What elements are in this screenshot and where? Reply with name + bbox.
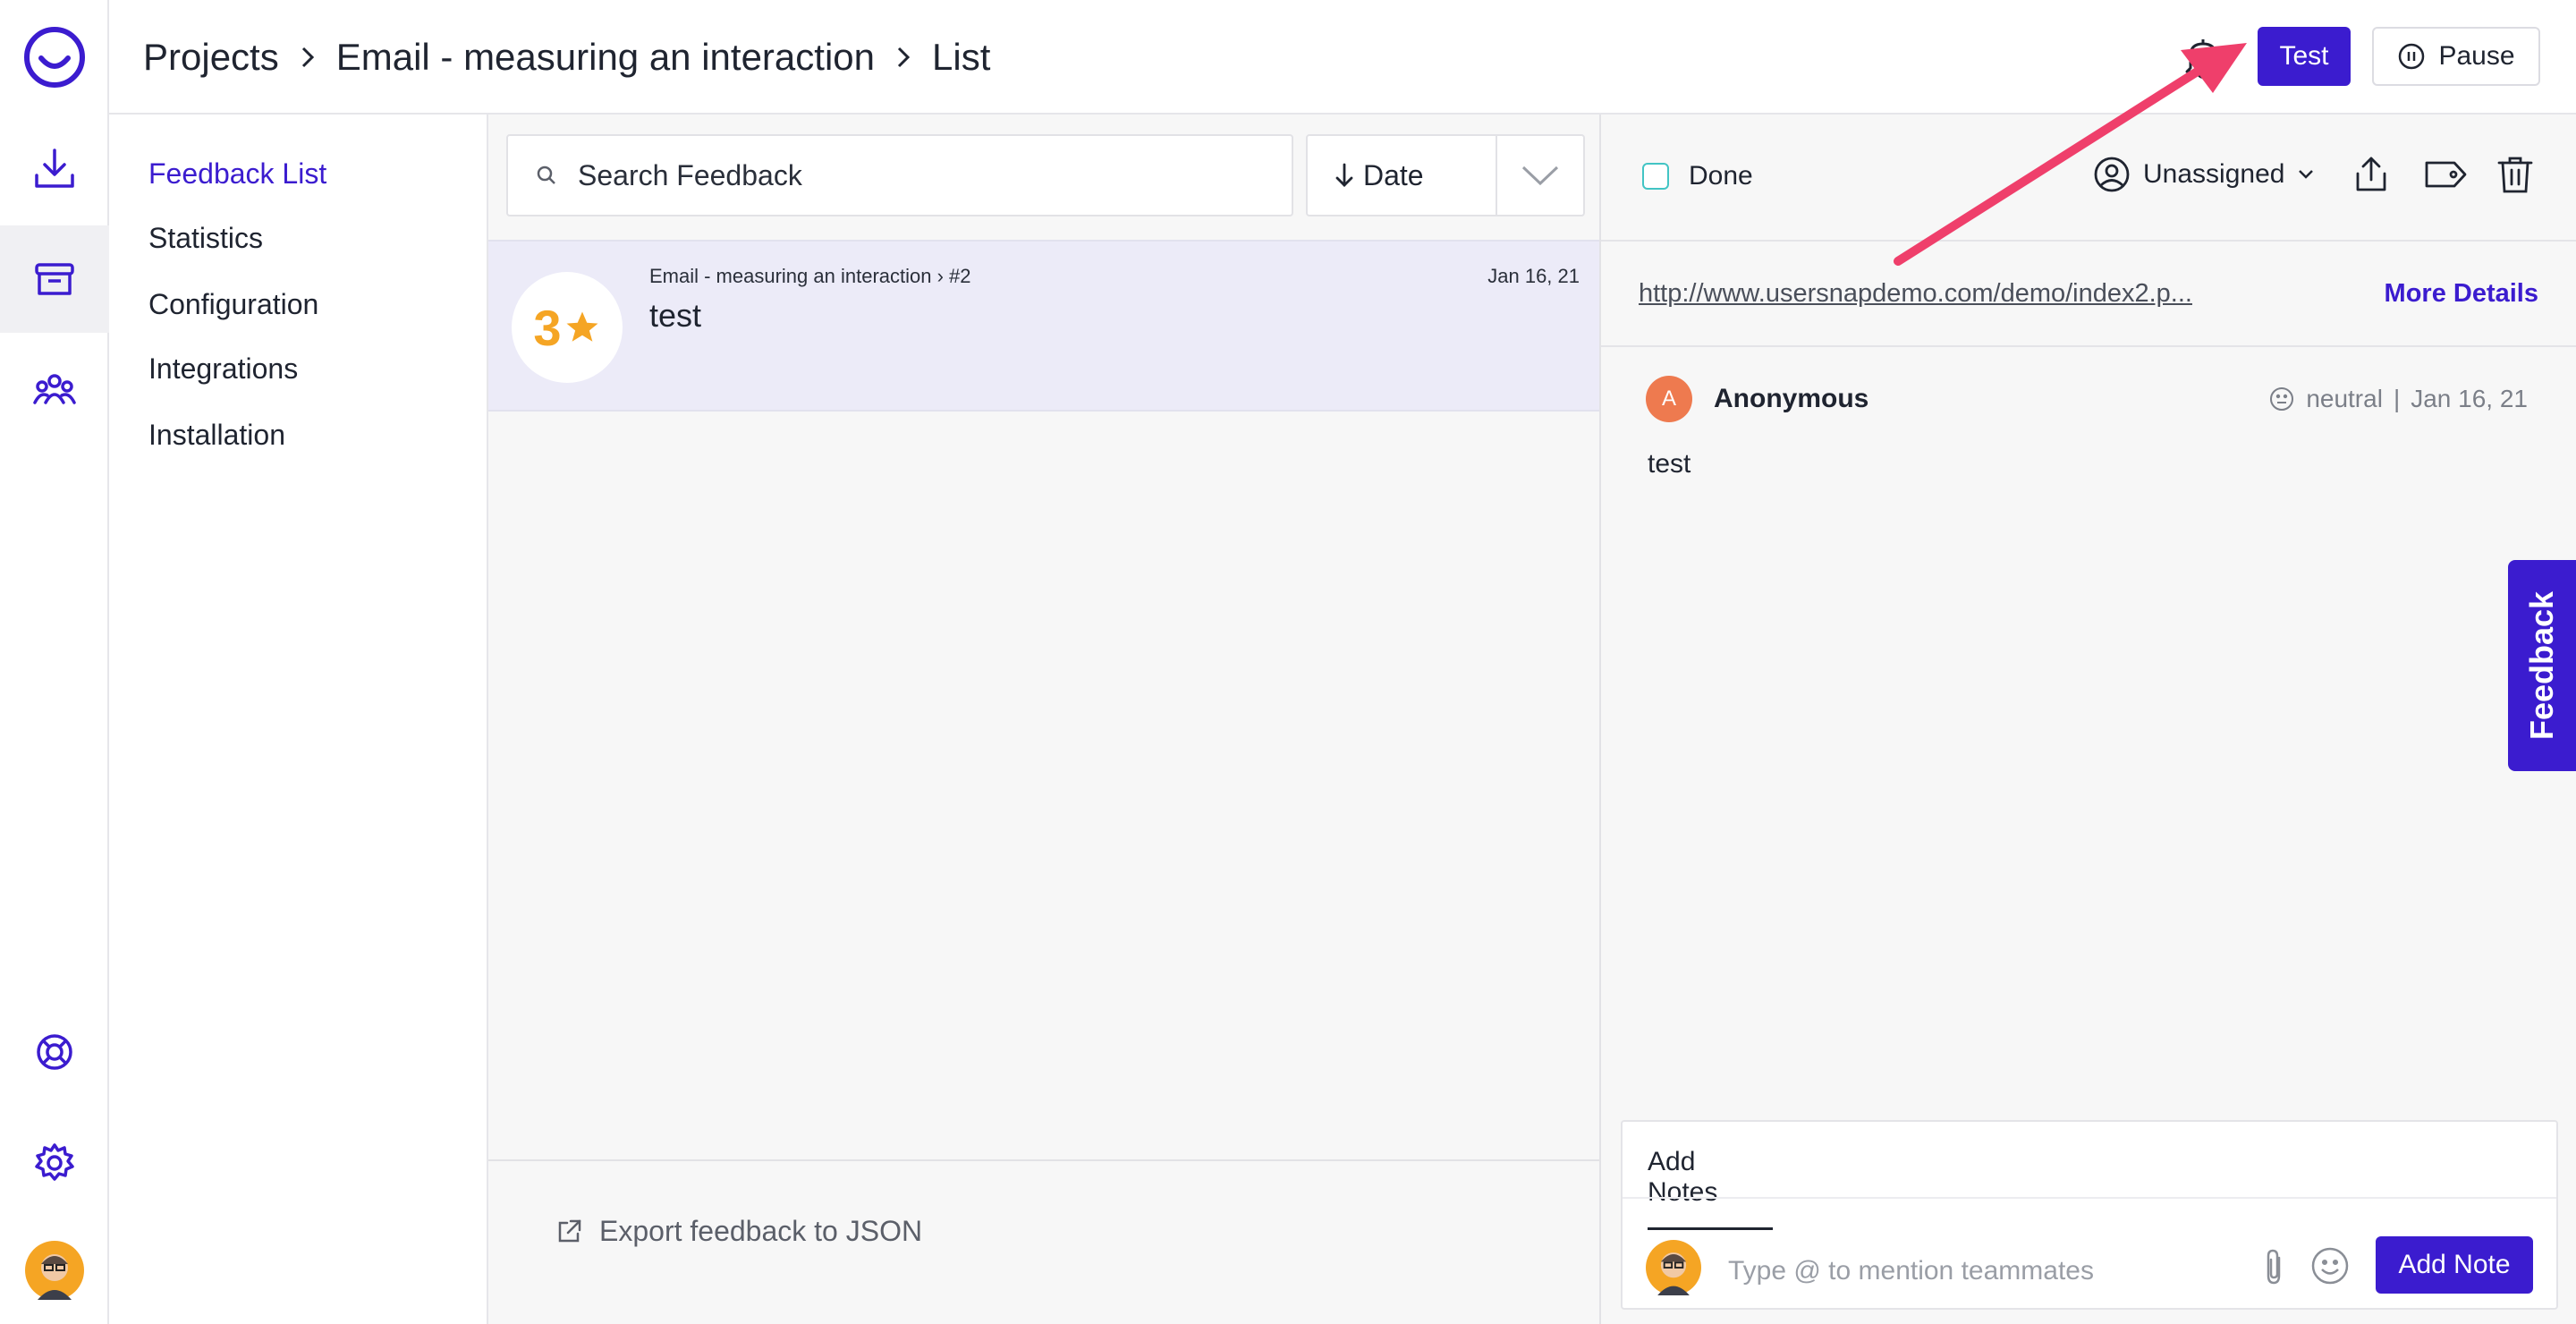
emoji-icon[interactable] bbox=[2309, 1245, 2351, 1291]
sort-direction-button[interactable]: Date bbox=[1308, 159, 1496, 192]
notes-panel: Add Notes Type @ to mention teammates Ad… bbox=[1621, 1120, 2558, 1310]
rating-value: 3 bbox=[533, 299, 562, 356]
download-icon[interactable] bbox=[0, 115, 109, 222]
help-icon[interactable] bbox=[0, 998, 109, 1106]
assignee-dropdown[interactable]: Unassigned bbox=[2093, 156, 2315, 193]
comment-date: Jan 16, 21 bbox=[2411, 385, 2528, 412]
icon-rail bbox=[0, 0, 109, 1324]
subnav-item-statistics[interactable]: Statistics bbox=[148, 222, 263, 255]
notes-divider bbox=[1623, 1197, 2556, 1199]
sort-dropdown[interactable]: Date bbox=[1306, 134, 1585, 216]
sort-label: Date bbox=[1363, 158, 1424, 191]
page-url-link[interactable]: http://www.usersnapdemo.com/demo/index2.… bbox=[1639, 279, 2192, 309]
author-avatar: A bbox=[1646, 376, 1692, 422]
add-note-button[interactable]: Add Note bbox=[2376, 1236, 2533, 1294]
bell-icon[interactable] bbox=[2182, 36, 2224, 85]
search-input[interactable]: Search Feedback bbox=[506, 134, 1293, 216]
paperclip-icon[interactable] bbox=[2261, 1247, 2288, 1291]
comment-body: test bbox=[1648, 449, 1691, 479]
pause-icon bbox=[2399, 43, 2425, 70]
feedback-meta: Email - measuring an interaction › #2 bbox=[649, 265, 971, 287]
subnav-item-installation[interactable]: Installation bbox=[148, 419, 285, 452]
feedback-list-pane: Search Feedback Date 3 Email - measuring… bbox=[488, 115, 1601, 1324]
pause-button[interactable]: Pause bbox=[2372, 27, 2540, 86]
chevron-down-icon bbox=[2299, 170, 2314, 179]
done-checkbox[interactable] bbox=[1642, 163, 1669, 190]
arrow-down-icon bbox=[1335, 163, 1353, 187]
feedback-date: Jan 16, 21 bbox=[1487, 265, 1580, 287]
external-link-icon bbox=[558, 1219, 581, 1242]
feedback-side-tab[interactable]: Feedback bbox=[2508, 560, 2576, 771]
done-toggle[interactable]: Done bbox=[1642, 161, 1753, 191]
note-input[interactable]: Type @ to mention teammates bbox=[1728, 1256, 2094, 1286]
chevron-down-icon[interactable] bbox=[1497, 164, 1583, 187]
tab-add-notes[interactable]: Add Notes bbox=[1648, 1147, 1773, 1230]
assignee-label: Unassigned bbox=[2143, 159, 2285, 189]
subnav-item-feedback-list[interactable]: Feedback List bbox=[148, 157, 326, 191]
subnav-item-configuration[interactable]: Configuration bbox=[148, 288, 318, 321]
project-subnav: Feedback List Statistics Configuration I… bbox=[109, 115, 488, 1324]
comment-header: A Anonymous bbox=[1646, 376, 1868, 422]
breadcrumb-list: List bbox=[932, 36, 991, 78]
export-label: Export feedback to JSON bbox=[599, 1215, 923, 1247]
trash-icon[interactable] bbox=[2496, 154, 2535, 199]
gear-icon[interactable] bbox=[0, 1109, 109, 1217]
logo-icon[interactable] bbox=[0, 4, 109, 111]
sentiment-divider: | bbox=[2393, 385, 2401, 412]
chevron-right-icon bbox=[299, 45, 317, 70]
test-button[interactable]: Test bbox=[2258, 27, 2351, 86]
feedback-list-item[interactable]: 3 Email - measuring an interaction › #2 … bbox=[488, 240, 1599, 412]
tag-icon[interactable] bbox=[2422, 154, 2469, 199]
feedback-detail-pane: Done Unassigned http://www.usersnapdemo.… bbox=[1601, 115, 2576, 1324]
feedback-side-tab-label: Feedback bbox=[2523, 590, 2561, 741]
breadcrumb-project[interactable]: Email - measuring an interaction bbox=[336, 36, 875, 79]
avatar[interactable] bbox=[0, 1217, 109, 1324]
detail-toolbar: Done Unassigned bbox=[1601, 115, 2576, 240]
export-json-link[interactable]: Export feedback to JSON bbox=[555, 1215, 922, 1248]
share-icon[interactable] bbox=[2351, 154, 2392, 199]
search-icon bbox=[537, 166, 555, 184]
rating-badge: 3 bbox=[512, 272, 623, 383]
comment-author: Anonymous bbox=[1714, 384, 1869, 413]
top-header: Projects Email - measuring an interactio… bbox=[109, 0, 2576, 115]
breadcrumb-projects[interactable]: Projects bbox=[143, 36, 279, 79]
export-bar: Export feedback to JSON bbox=[488, 1159, 1599, 1324]
done-label: Done bbox=[1689, 161, 1753, 191]
user-icon bbox=[2094, 157, 2130, 192]
more-details-link[interactable]: More Details bbox=[2385, 279, 2538, 309]
people-icon[interactable] bbox=[0, 336, 109, 444]
search-placeholder: Search Feedback bbox=[578, 158, 802, 191]
star-icon bbox=[566, 311, 598, 342]
feedback-title: test bbox=[649, 297, 702, 334]
subnav-item-integrations[interactable]: Integrations bbox=[148, 352, 298, 386]
breadcrumb: Projects Email - measuring an interactio… bbox=[143, 30, 990, 84]
neutral-face-icon bbox=[2270, 387, 2294, 411]
chevron-right-icon bbox=[894, 45, 912, 70]
sentiment-label: neutral bbox=[2306, 385, 2383, 412]
url-row: http://www.usersnapdemo.com/demo/index2.… bbox=[1601, 240, 2576, 347]
avatar bbox=[1646, 1240, 1701, 1300]
app-window: Projects Email - measuring an interactio… bbox=[0, 0, 2576, 1324]
pause-label: Pause bbox=[2438, 41, 2515, 71]
inbox-icon[interactable] bbox=[0, 225, 109, 333]
comment-sentiment: neutral | Jan 16, 21 bbox=[2268, 385, 2528, 413]
